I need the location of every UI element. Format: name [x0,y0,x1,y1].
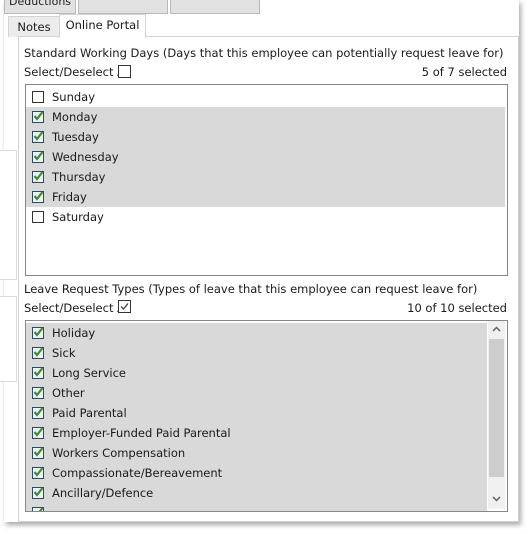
list-item[interactable]: Workers Compensation [26,443,487,463]
chevron-up-icon[interactable] [488,323,505,337]
list-item[interactable]: Employer-Funded Paid Parental [26,423,487,443]
checkbox-checked-icon[interactable] [32,347,44,359]
list-item[interactable]: Paid Parental [26,403,487,423]
checkbox-checked-icon[interactable] [32,111,44,123]
tab-deductions-label: Deductions [9,0,72,7]
list-item-label: Compassionate/Bereavement [52,466,223,480]
list-item-label: Sunday [52,90,96,104]
list-item-label: Other [52,386,85,400]
list-item[interactable]: Compassionate/Bereavement [26,463,487,483]
checkbox-checked-icon[interactable] [32,367,44,379]
tab-online-portal[interactable]: Online Portal [59,14,146,38]
checkbox-checked-icon[interactable] [32,151,44,163]
list-item-label: Sick [52,346,76,360]
list-item[interactable]: Thursday [26,167,505,187]
leave-types-title: Leave Request Types (Types of leave that… [24,282,478,296]
checkbox-checked-icon[interactable] [32,507,44,511]
working-days-title: Standard Working Days (Days that this em… [24,46,504,60]
checkbox-checked-icon[interactable] [32,487,44,499]
list-item-label: Long Service [52,366,126,380]
working-days-select-all-label: Select/Deselect All [24,65,132,79]
tab-notes[interactable]: Notes [8,16,60,37]
list-item-label: Monday [52,110,98,124]
checkbox-unchecked-icon[interactable] [32,91,44,103]
list-item-label: Friday [52,190,87,204]
tab-deductions[interactable]: Deductions [4,0,76,14]
list-item[interactable]: Sunday [26,87,505,107]
checkbox-checked-icon[interactable] [32,387,44,399]
leave-types-scrollbar[interactable] [488,321,505,509]
scrollbar-thumb[interactable] [489,339,504,477]
list-item-label: Workers Compensation [52,446,186,460]
list-item-label: Holiday [52,326,96,340]
working-days-count: 5 of 7 selected [421,65,507,79]
checkbox-checked-icon[interactable] [32,467,44,479]
list-item[interactable]: Ancillary/Defence [26,483,487,503]
list-item[interactable]: Friday [26,187,505,207]
checkbox-unchecked-icon[interactable] [32,211,44,223]
chevron-down-icon[interactable] [488,493,505,507]
tab-notes-label: Notes [17,20,51,34]
list-item-label: Tuesday [52,130,99,144]
list-item[interactable]: Saturday [26,207,505,227]
leave-types-select-all-checkbox[interactable] [118,300,131,313]
working-days-list[interactable]: Sunday Monday Tuesday Wednesday Thursday Frid… [25,84,508,276]
leave-types-count: 10 of 10 selected [407,301,507,315]
list-item-label: Paid Parental [52,406,127,420]
leave-types-select-all-label: Select/Deselect All [24,301,132,315]
checkmark-icon [120,303,129,310]
background-panel-2 [0,296,17,382]
checkbox-checked-icon[interactable] [32,131,44,143]
list-item[interactable]: Tuesday [26,127,505,147]
leave-types-list[interactable]: Holiday Sick Long Service Other Paid Parenta… [25,320,508,512]
working-days-select-all-checkbox[interactable] [118,65,131,78]
checkbox-checked-icon[interactable] [32,191,44,203]
list-item-label: Employer-Funded Paid Parental [52,426,231,440]
list-item-label: Ancillary/Defence [52,486,154,500]
list-item[interactable]: Monday [26,107,505,127]
checkbox-checked-icon[interactable] [32,407,44,419]
tab-online-portal-label: Online Portal [65,18,140,32]
list-item[interactable] [26,503,487,511]
checkbox-checked-icon[interactable] [32,427,44,439]
list-item[interactable]: Holiday [26,323,487,343]
checkbox-checked-icon[interactable] [32,447,44,459]
checkbox-checked-icon[interactable] [32,171,44,183]
list-item[interactable]: Long Service [26,363,487,383]
tab-stub-3[interactable] [170,0,260,14]
list-item-label: Saturday [52,210,104,224]
list-item[interactable]: Wednesday [26,147,505,167]
checkbox-checked-icon[interactable] [32,327,44,339]
list-item[interactable]: Sick [26,343,487,363]
list-item-label: Wednesday [52,150,119,164]
background-panel-1 [0,150,17,280]
list-item-label: Thursday [52,170,106,184]
list-item[interactable]: Other [26,383,487,403]
tab-stub-2[interactable] [78,0,168,14]
